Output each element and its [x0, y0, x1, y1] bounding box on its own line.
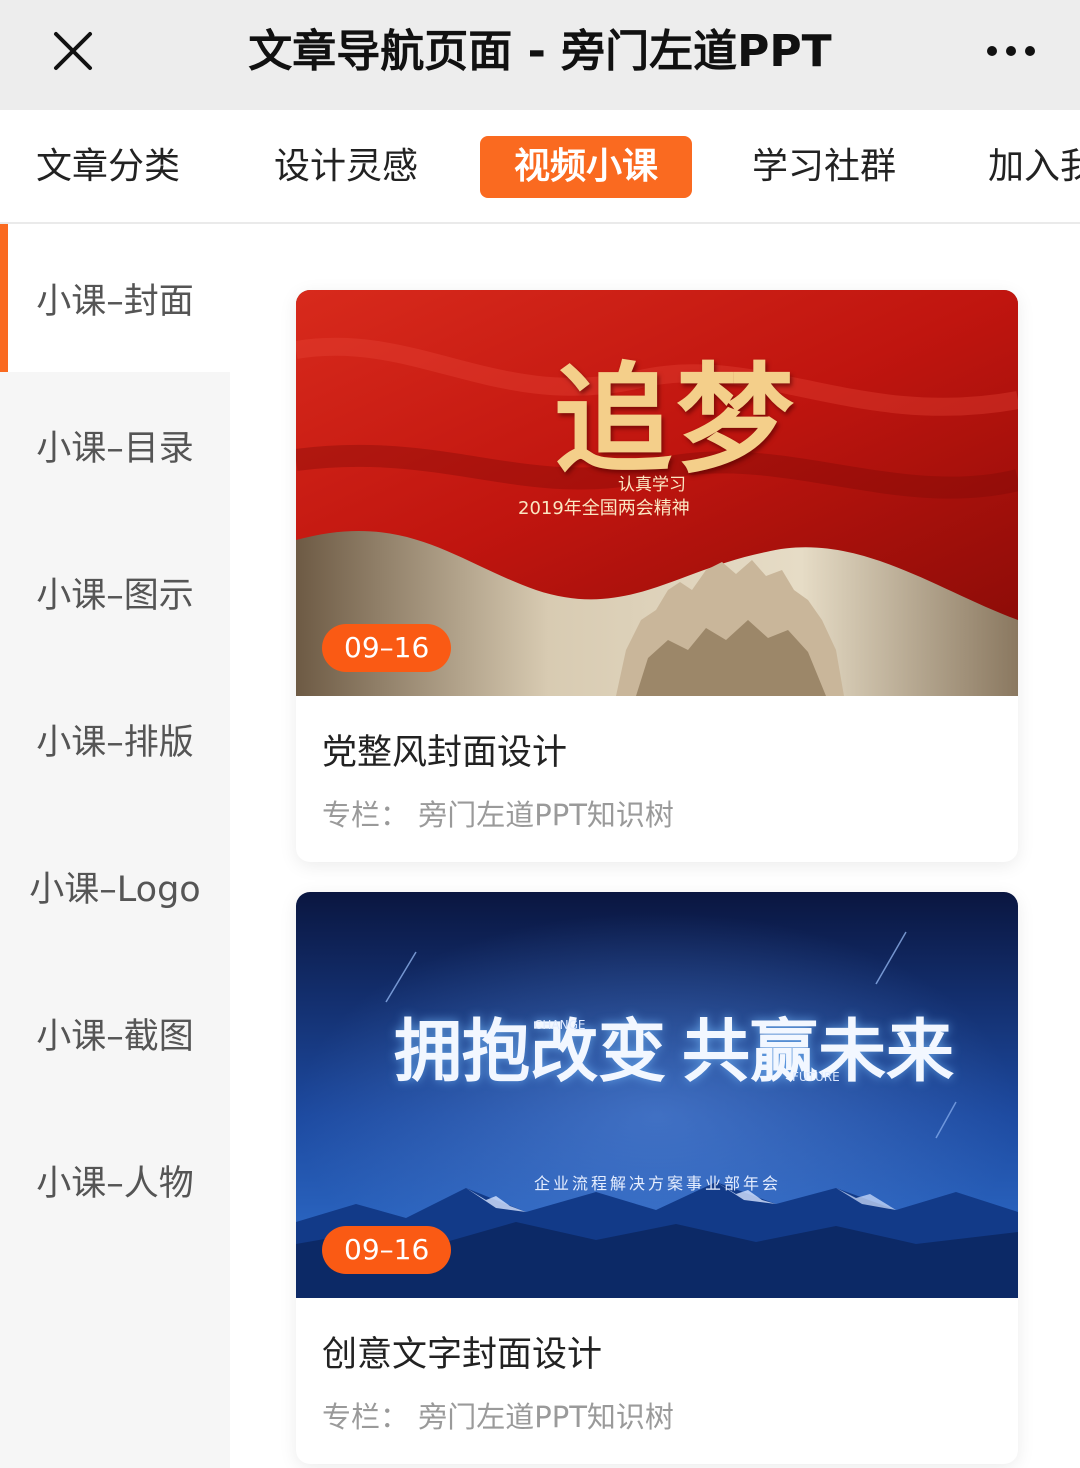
date-badge: 09–16	[322, 1226, 452, 1274]
card-info: 创意文字封面设计 专栏： 旁门左道PPT知识树	[296, 1298, 1018, 1464]
sidebar-item-layout[interactable]: 小课–排版	[0, 665, 230, 813]
cover-subline: 企业流程解决方案事业部年会	[534, 1174, 782, 1193]
sidebar-item-screenshot[interactable]: 小课–截图	[0, 959, 230, 1107]
tab-study-community[interactable]: 学习社群	[750, 136, 898, 198]
more-horizontal-icon	[987, 46, 1035, 56]
page-title: 文章导航页面 - 旁门左道PPT	[248, 26, 832, 77]
cover-subline-2: 2019年全国两会精神	[518, 498, 690, 519]
tab-join-us[interactable]: 加入我	[988, 136, 1080, 198]
sidebar-item-logo[interactable]: 小课–Logo	[0, 812, 230, 960]
top-bar: 文章导航页面 - 旁门左道PPT	[0, 0, 1080, 110]
date-badge: 09–16	[322, 624, 452, 672]
tab-article-category[interactable]: 文章分类	[34, 136, 182, 198]
sidebar-item-people[interactable]: 小课–人物	[0, 1106, 230, 1254]
card-title: 创意文字封面设计	[322, 1335, 603, 1375]
cover-tag-left: CHANGE	[534, 1018, 586, 1032]
sidebar-item-cover[interactable]: 小课–封面	[0, 224, 230, 372]
cover-headline-left: 拥抱改变	[394, 1012, 667, 1092]
sidebar: 小课–封面 小课–目录 小课–图示 小课–排版 小课–Logo 小课–截图 小课…	[0, 224, 230, 1468]
course-cover-image: 追梦 认真学习 2019年全国两会精神 09–16	[296, 290, 1018, 696]
cover-subline-1: 认真学习	[618, 475, 686, 495]
card-column-label: 专栏： 旁门左道PPT知识树	[322, 798, 674, 832]
close-button[interactable]	[40, 18, 106, 84]
tab-design-inspiration[interactable]: 设计灵感	[272, 136, 420, 198]
course-card[interactable]: 拥抱改变 共赢未来 CHANGE FUTURE 企业流程解决方案事业部年会 09…	[296, 892, 1018, 1464]
sidebar-item-diagram[interactable]: 小课–图示	[0, 518, 230, 666]
tab-video-course[interactable]: 视频小课	[480, 136, 692, 198]
sidebar-item-toc[interactable]: 小课–目录	[0, 371, 230, 519]
card-info: 党整风封面设计 专栏： 旁门左道PPT知识树	[296, 696, 1018, 862]
card-column-label: 专栏： 旁门左道PPT知识树	[322, 1400, 674, 1434]
course-card[interactable]: 追梦 认真学习 2019年全国两会精神 09–16 党整风封面设计 专栏： 旁门…	[296, 290, 1018, 862]
more-button[interactable]	[974, 18, 1048, 84]
course-list: 追梦 认真学习 2019年全国两会精神 09–16 党整风封面设计 专栏： 旁门…	[230, 224, 1080, 1468]
cover-tag-right: FUTURE	[792, 1070, 840, 1084]
category-tab-bar: 文章分类 设计灵感 视频小课 学习社群 加入我	[0, 110, 1080, 224]
card-title: 党整风封面设计	[322, 733, 568, 773]
course-cover-image: 拥抱改变 共赢未来 CHANGE FUTURE 企业流程解决方案事业部年会 09…	[296, 892, 1018, 1298]
close-icon	[54, 32, 92, 70]
